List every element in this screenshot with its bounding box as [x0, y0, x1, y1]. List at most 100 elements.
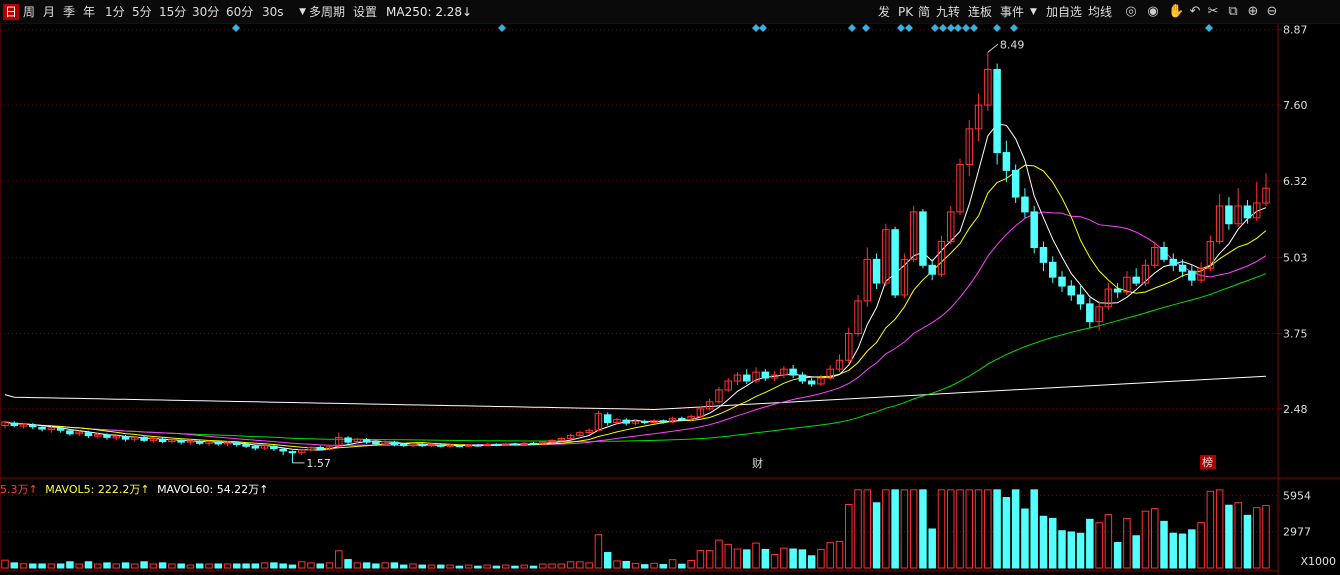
volume-bar — [724, 543, 732, 569]
volume-bar — [492, 565, 501, 569]
candle-body — [214, 441, 223, 445]
period-9-button[interactable]: 60分 — [226, 4, 253, 20]
tool-1-button[interactable]: PK — [898, 4, 913, 20]
period-6-button[interactable]: 5分 — [132, 4, 152, 20]
volume-bar — [919, 489, 927, 569]
volume-bar — [260, 562, 269, 569]
volume-bar — [325, 562, 334, 569]
event-marker-icon — [970, 24, 978, 32]
tool-5-button[interactable]: 事件 — [1000, 4, 1024, 20]
event-marker-icon — [947, 24, 955, 32]
tool-6-button[interactable]: 加自选 — [1046, 4, 1082, 20]
hand-icon[interactable]: ✋ — [1168, 5, 1184, 19]
volume-bar — [798, 549, 807, 569]
mavol5-label: MAVOL5: 222.2万↑ — [45, 483, 149, 496]
candle-body — [233, 442, 241, 445]
copy-icon[interactable]: ⧉ — [1226, 5, 1240, 19]
volume-bar — [557, 563, 566, 569]
volume-bar — [335, 550, 343, 569]
target-icon[interactable]: ◎ — [1124, 5, 1138, 19]
volume-bar — [1002, 497, 1011, 569]
candle-body — [1243, 205, 1252, 219]
volume-bar — [140, 561, 148, 569]
candle-body — [891, 229, 899, 296]
period-toolbar: 日周月季年 1分 5分 15分 30分 60分 30s ▼ 多周期 设置 发 PK 简九转 连板 事件 加自选… — [0, 0, 1340, 24]
volume-bar — [168, 563, 176, 569]
tool-2-button[interactable]: 简 — [918, 4, 930, 20]
period-5-button[interactable]: 1分 — [105, 4, 125, 20]
candle-body — [1086, 303, 1094, 323]
settings-button[interactable]: 设置 — [353, 4, 377, 20]
chevron-down-icon[interactable]: ▼ — [1030, 4, 1037, 20]
period-1-button[interactable]: 周 — [23, 4, 35, 20]
candle-body — [66, 430, 74, 435]
volume-bar — [112, 563, 121, 569]
volume-bar — [826, 542, 834, 569]
event-marker-icon — [931, 24, 939, 32]
ma250-value: MA250: 2.28 — [386, 5, 463, 19]
volume-bar — [1, 559, 9, 569]
zoom-in-icon[interactable]: ⊕ — [1246, 5, 1260, 19]
volume-bar — [585, 562, 593, 569]
candle-body — [158, 438, 167, 443]
volume-bar — [872, 502, 881, 569]
period-4-button[interactable]: 年 — [83, 4, 95, 20]
volume-bar — [780, 547, 788, 569]
volume-bar — [845, 504, 853, 569]
volume-bar — [195, 563, 204, 569]
volume-bar — [1123, 517, 1131, 569]
candle-body — [195, 441, 204, 444]
candle-body — [743, 374, 751, 382]
candle-body — [993, 69, 1001, 154]
ma20-line — [4, 211, 1267, 447]
volume-bar — [372, 563, 380, 569]
event-marker-icon — [939, 24, 947, 32]
volume-bar — [10, 562, 19, 569]
period-2-button[interactable]: 月 — [43, 4, 55, 20]
event-marker-icon — [1205, 24, 1213, 32]
event-marker-icon — [759, 24, 767, 32]
candle-body — [919, 211, 927, 266]
volume-bar — [307, 562, 315, 569]
period-8-button[interactable]: 30分 — [192, 4, 219, 20]
low-label: 1.57 — [306, 457, 331, 470]
tool-7-button[interactable]: 均线 — [1088, 4, 1112, 20]
zoom-out-icon[interactable]: ⊖ — [1265, 5, 1279, 19]
interval-select[interactable]: 30s ▼ — [262, 4, 306, 20]
candle-body — [1169, 258, 1178, 266]
volume-bar — [1058, 530, 1066, 569]
candle-body — [761, 371, 770, 379]
multi-period-button[interactable]: 多周期 — [309, 4, 345, 20]
volume-bar — [75, 563, 83, 569]
volume-bar — [1160, 520, 1168, 569]
volume-bar — [1076, 532, 1085, 569]
candle-body — [928, 264, 936, 275]
volume-bar — [928, 528, 936, 569]
candle-body — [641, 420, 649, 424]
tool-0-button[interactable]: 发 — [878, 4, 890, 20]
tool-4-button[interactable]: 连板 — [968, 4, 992, 20]
volume-bar — [1086, 518, 1094, 569]
mavol60-arrow: ↑ — [259, 483, 269, 496]
candle-body — [316, 446, 324, 450]
vol-arrow: ↑ — [28, 483, 38, 496]
volume-bar — [1225, 504, 1233, 569]
ma250-line — [4, 375, 1267, 411]
tool-3-button[interactable]: 九转 — [936, 4, 960, 20]
mavol60-label: MAVOL60: 54.22万↑ — [157, 483, 268, 496]
undo-icon[interactable]: ↶ — [1188, 5, 1202, 19]
period-0-button[interactable]: 日 — [3, 4, 20, 20]
volume-bar — [1113, 542, 1122, 569]
scissors-icon[interactable]: ✂ — [1206, 5, 1220, 19]
volume-bar — [38, 563, 46, 569]
volume-bar — [1262, 505, 1270, 569]
volume-bar — [186, 564, 195, 569]
volume-bar — [1215, 489, 1224, 569]
period-7-button[interactable]: 15分 — [159, 4, 186, 20]
period-3-button[interactable]: 季 — [63, 4, 75, 20]
volume-bar — [427, 564, 436, 569]
volume-bar — [650, 562, 658, 569]
volume-bar — [807, 555, 816, 569]
eye-icon[interactable]: ◉ — [1146, 5, 1160, 19]
candle-body — [418, 443, 426, 447]
